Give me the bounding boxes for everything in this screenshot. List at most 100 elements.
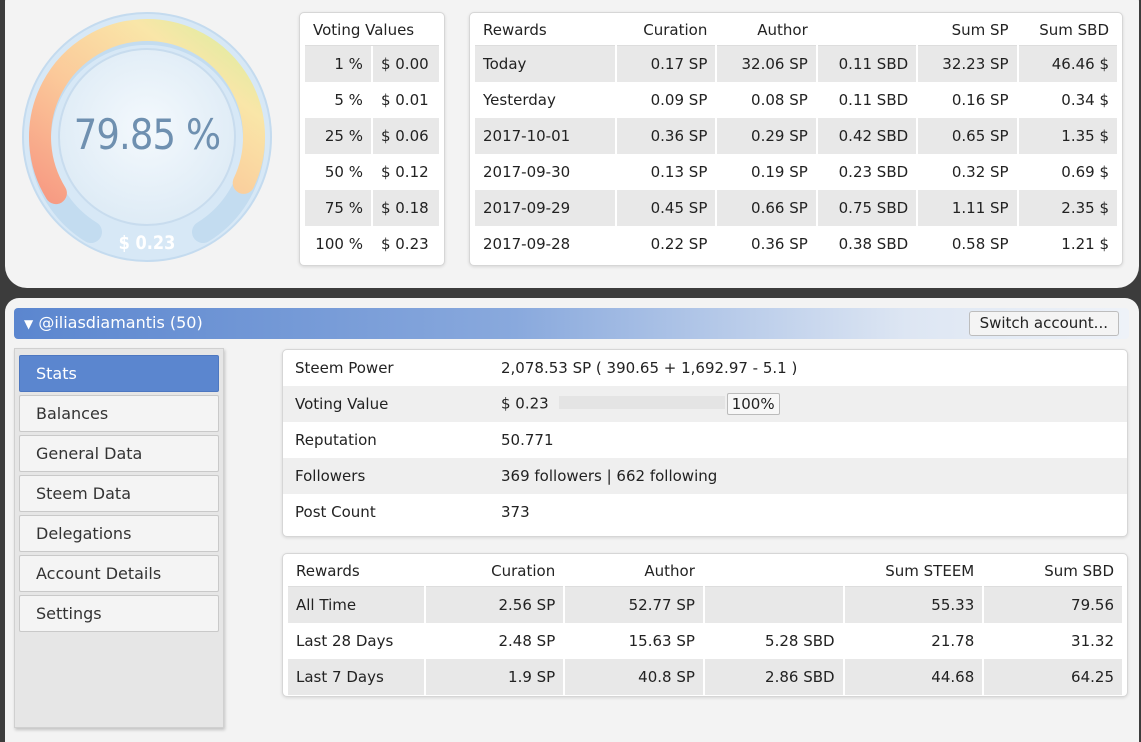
column-header: Sum SBD: [1018, 15, 1117, 46]
table-cell: 0.23 SBD: [838, 163, 909, 181]
table-cell: 0.69 $: [1061, 163, 1109, 181]
column-header: [704, 556, 843, 587]
table-cell: 32.23 SP: [918, 46, 1017, 82]
table-cell: 1.21 $: [1061, 235, 1109, 253]
table-cell: 0.32 SP: [951, 163, 1009, 181]
table-row: 2017-10-01 0.36 SP 0.29 SP 0.42 SBD 0.65 SP 1…: [475, 118, 1117, 154]
table-cell: 0.36 SP: [616, 118, 716, 154]
post-count-label: Post Count: [295, 503, 376, 521]
table-cell: 5.28 SBD: [765, 632, 835, 650]
table-cell: 2.48 SP: [498, 632, 556, 650]
table-cell: 2.86 SBD: [704, 659, 843, 695]
voting-value-row: 75 % $ 0.18: [305, 190, 439, 226]
voting-value-row: 5 % $ 0.01: [305, 82, 439, 118]
table-cell: 32.06 SP: [717, 46, 816, 82]
table-cell: 0.11 SBD: [838, 91, 909, 109]
sidebar-item-settings[interactable]: Settings: [19, 595, 219, 632]
sidebar-item-balances[interactable]: Balances: [19, 395, 219, 432]
table-cell: 0.75 SBD: [817, 190, 917, 226]
column-header: [817, 15, 917, 46]
table-cell: 55.33: [844, 587, 983, 623]
table-cell: 0.29 SP: [717, 118, 816, 154]
row-label: 2017-10-01: [475, 118, 615, 154]
sidebar-item-delegations[interactable]: Delegations: [19, 515, 219, 552]
table-cell: 31.32: [1071, 632, 1114, 650]
row-label: Last 28 Days: [296, 632, 394, 650]
voting-value-row: 50 % $ 0.12: [305, 154, 439, 190]
voting-value-row: 1 % $ 0.00: [305, 46, 439, 82]
column-header: Author: [565, 556, 703, 587]
table-cell: 0.11 SBD: [817, 46, 917, 82]
total-rewards-card: Rewards Curation Author Sum STEEM Sum SBD Al…: [282, 553, 1128, 697]
voting-value-percent[interactable]: 100%: [726, 393, 780, 415]
table-cell: 0.42 SBD: [817, 118, 917, 154]
row-label: 2017-09-28: [483, 235, 571, 253]
table-row: 2017-09-29 0.45 SP 0.66 SP 0.75 SBD 1.11 SP 2…: [475, 190, 1117, 226]
switch-account-button[interactable]: Switch account...: [968, 311, 1119, 336]
table-cell: 40.8 SP: [565, 659, 703, 695]
table-cell: 0.65 SP: [918, 118, 1017, 154]
daily-rewards-table: Rewards Curation Author Sum SP Sum SBD Today…: [473, 15, 1119, 262]
table-row: 2017-09-28 0.22 SP 0.36 SP 0.38 SBD 0.58 SP 1…: [475, 226, 1117, 262]
sidebar-item-steem-data[interactable]: Steem Data: [19, 475, 219, 512]
reputation-value: 50.771: [501, 431, 554, 449]
table-cell: 64.25: [984, 659, 1122, 695]
column-header: Author: [717, 15, 816, 46]
column-header: Curation: [616, 15, 716, 46]
vote-percent: 75 %: [305, 190, 371, 226]
voting-value-cell: $ 0.23 100%: [493, 386, 1127, 422]
stats-card: Steem Power 2,078.53 SP ( 390.65 + 1,692…: [282, 349, 1128, 537]
voting-power-percent: 79.85 %: [73, 110, 221, 159]
column-header: Rewards: [288, 556, 424, 587]
stats-table: Steem Power 2,078.53 SP ( 390.65 + 1,692…: [283, 350, 1127, 530]
table-row: Today 0.17 SP 32.06 SP 0.11 SBD 32.23 SP 46.4…: [475, 46, 1117, 82]
vote-value: $ 0.18: [372, 190, 439, 226]
vote-percent: 50 %: [324, 163, 363, 181]
row-label: Today: [475, 46, 615, 82]
voting-value-slider[interactable]: [558, 396, 725, 409]
table-cell: 1.9 SP: [425, 659, 564, 695]
voting-power-dollar: $ 0.23: [118, 232, 176, 254]
table-cell: 0.22 SP: [650, 235, 708, 253]
row-label: Last 7 Days: [288, 659, 424, 695]
table-cell: 46.46 $: [1018, 46, 1117, 82]
table-cell: 52.77 SP: [565, 587, 703, 623]
vote-percent: 100 %: [315, 235, 363, 253]
row-label: 2017-09-30: [483, 163, 571, 181]
total-rewards-table: Rewards Curation Author Sum STEEM Sum SBD Al…: [286, 556, 1124, 695]
daily-rewards-card: Rewards Curation Author Sum SP Sum SBD Today…: [469, 12, 1123, 266]
table-cell: 2.56 SP: [425, 587, 564, 623]
steem-power-value: 2,078.53 SP ( 390.65 + 1,692.97 - 5.1 ): [501, 359, 798, 377]
table-cell: 1.11 SP: [918, 190, 1017, 226]
table-cell: 44.68: [844, 659, 983, 695]
vote-value: $ 0.12: [380, 163, 429, 181]
sidebar-item-account-details[interactable]: Account Details: [19, 555, 219, 592]
account-header-bar[interactable]: ▼ @iliasdiamantis (50) Switch account...: [14, 308, 1129, 339]
voting-value-label: Voting Value: [283, 386, 493, 422]
table-cell: 15.63 SP: [628, 632, 695, 650]
voting-values-card: Voting Values 1 % $ 0.00 5 % $ 0.01 25 % $ 0.…: [299, 12, 445, 266]
table-row: All Time 2.56 SP 52.77 SP 55.33 79.56: [288, 587, 1122, 623]
vote-percent: 25 %: [305, 118, 371, 154]
table-row: Last 28 Days 2.48 SP 15.63 SP 5.28 SBD 21.78…: [288, 623, 1122, 659]
table-row: Yesterday 0.09 SP 0.08 SP 0.11 SBD 0.16 SP 0.…: [475, 82, 1117, 118]
account-name[interactable]: ▼ @iliasdiamantis (50): [24, 313, 203, 332]
voting-value-row: 25 % $ 0.06: [305, 118, 439, 154]
table-row: Last 7 Days 1.9 SP 40.8 SP 2.86 SBD 44.68 64.…: [288, 659, 1122, 695]
row-label: 2017-09-29: [475, 190, 615, 226]
table-cell: 79.56: [984, 587, 1122, 623]
collapse-triangle-icon[interactable]: ▼: [24, 317, 33, 331]
column-header: Sum SBD: [984, 556, 1122, 587]
row-label: All Time: [288, 587, 424, 623]
followers-label: Followers: [283, 458, 493, 494]
voting-values-header: Voting Values: [305, 15, 439, 46]
voting-value-row: 100 % $ 0.23: [305, 226, 439, 262]
table-cell: [704, 587, 843, 623]
column-header: Sum SP: [918, 15, 1017, 46]
sidebar-item-general-data[interactable]: General Data: [19, 435, 219, 472]
vote-percent: 1 %: [305, 46, 371, 82]
voting-power-gauge: 79.85 % $ 0.23: [22, 2, 272, 268]
vote-value: $ 0.23: [380, 235, 429, 253]
sidebar-item-stats[interactable]: Stats: [19, 355, 219, 392]
steem-power-label: Steem Power: [295, 359, 394, 377]
